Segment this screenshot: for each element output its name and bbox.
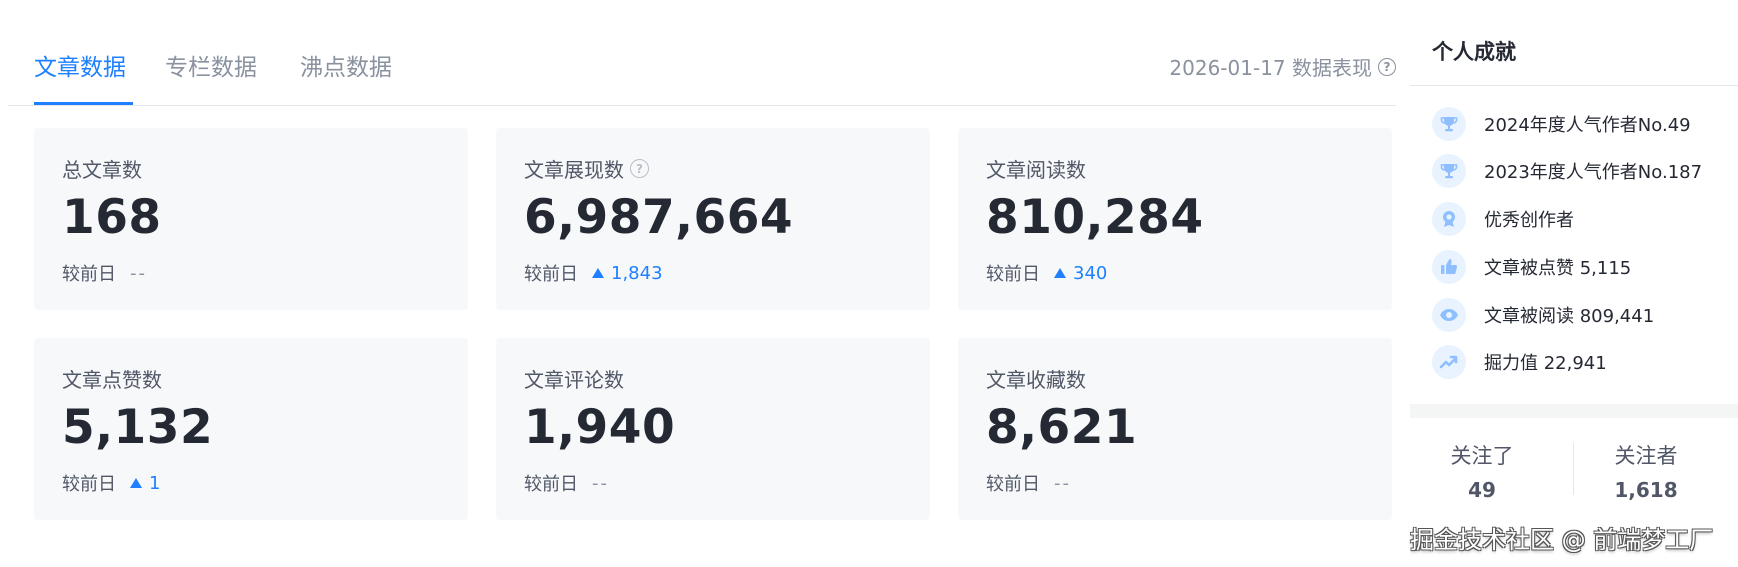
stat-card-title-row: 文章展现数 ?	[524, 154, 649, 183]
stat-card-compare: 较前日 --	[986, 470, 1071, 496]
eye-icon	[1432, 298, 1466, 332]
stat-card-value: 8,621	[986, 400, 1138, 455]
achievement-item: 文章被阅读 809,441	[1432, 297, 1654, 333]
achievement-label: 掘力值 22,941	[1484, 353, 1607, 374]
stat-card-value: 810,284	[986, 190, 1204, 245]
tab-pins-data[interactable]: 沸点数据	[300, 48, 392, 82]
stat-card-value: 5,132	[62, 400, 214, 455]
watermark: 掘金技术社区 @ 前端梦工厂	[1410, 526, 1714, 554]
compare-delta: --	[592, 472, 609, 494]
divider	[1410, 85, 1738, 86]
stat-card-compare: 较前日 --	[524, 470, 609, 496]
achievement-label: 优秀创作者	[1484, 210, 1574, 231]
stat-card-article-reads: 文章阅读数 810,284 较前日 340	[958, 128, 1392, 310]
stat-card-value: 1,940	[524, 400, 676, 455]
achievement-item: 文章被点赞 5,115	[1432, 249, 1631, 285]
date-performance: 2026-01-17 数据表现 ?	[1169, 52, 1396, 81]
tab-article-data[interactable]: 文章数据	[34, 48, 126, 82]
achievement-item: 掘力值 22,941	[1432, 344, 1607, 380]
trophy-icon	[1432, 154, 1466, 188]
stat-card-compare: 较前日 1,843	[524, 260, 663, 286]
achievement-label: 2024年度人气作者No.49	[1484, 115, 1691, 136]
compare-label: 较前日	[524, 474, 578, 495]
compare-delta: 1,843	[592, 263, 663, 284]
trend-up-icon	[1432, 345, 1466, 379]
stat-card-title: 文章展现数	[524, 158, 624, 182]
stat-card-article-comments: 文章评论数 1,940 较前日 --	[496, 338, 930, 520]
stat-card-total-articles: 总文章数 168 较前日 --	[34, 128, 468, 310]
achievement-label: 文章被阅读 809,441	[1484, 306, 1655, 327]
badge-icon	[1432, 202, 1466, 236]
followers-count: 1,618	[1614, 478, 1678, 502]
stat-card-article-likes: 文章点赞数 5,132 较前日 1	[34, 338, 468, 520]
compare-label: 较前日	[62, 264, 116, 285]
following-count: 49	[1468, 478, 1496, 502]
stat-card-title: 总文章数	[62, 158, 142, 182]
stat-card-value: 168	[62, 190, 162, 245]
triangle-up-icon	[130, 478, 142, 488]
divider	[1573, 443, 1574, 495]
stat-card-title: 文章评论数	[524, 368, 624, 392]
data-tabs: 文章数据 专栏数据 沸点数据 2026-01-17 数据表现 ?	[8, 0, 1396, 106]
thumbs-up-icon	[1432, 250, 1466, 284]
compare-delta: 340	[1054, 263, 1107, 284]
compare-label: 较前日	[524, 264, 578, 285]
compare-delta: --	[1054, 472, 1071, 494]
trophy-icon	[1432, 107, 1466, 141]
compare-delta-value: 1,843	[611, 262, 663, 284]
data-overview-panel: 文章数据 专栏数据 沸点数据 2026-01-17 数据表现 ? 总文章数 16…	[8, 0, 1396, 567]
active-tab-indicator	[34, 102, 133, 105]
achievement-item: 2023年度人气作者No.187	[1432, 153, 1702, 189]
help-icon[interactable]: ?	[1378, 57, 1396, 76]
following-label: 关注了	[1450, 444, 1514, 468]
tab-column-data[interactable]: 专栏数据	[165, 48, 257, 82]
stat-card-compare: 较前日 --	[62, 260, 147, 286]
achievement-label: 文章被点赞 5,115	[1484, 258, 1632, 279]
compare-label: 较前日	[62, 474, 116, 495]
help-icon[interactable]: ?	[630, 159, 649, 178]
compare-label: 较前日	[986, 264, 1040, 285]
achievement-item: 优秀创作者	[1432, 201, 1574, 237]
stat-card-article-favorites: 文章收藏数 8,621 较前日 --	[958, 338, 1392, 520]
compare-delta: --	[130, 262, 147, 284]
stat-card-title: 文章收藏数	[986, 368, 1086, 392]
followers-stat[interactable]: 关注者 1,618	[1576, 440, 1716, 502]
stat-card-title: 文章点赞数	[62, 368, 162, 392]
triangle-up-icon	[1054, 268, 1066, 278]
following-stat[interactable]: 关注了 49	[1412, 440, 1552, 502]
stat-card-compare: 较前日 340	[986, 260, 1107, 286]
achievement-label: 2023年度人气作者No.187	[1484, 162, 1703, 183]
triangle-up-icon	[592, 268, 604, 278]
compare-label: 较前日	[986, 474, 1040, 495]
date-performance-label: 2026-01-17 数据表现	[1169, 56, 1372, 80]
stat-card-value: 6,987,664	[524, 190, 794, 245]
stat-card-title: 文章阅读数	[986, 158, 1086, 182]
achievement-item: 2024年度人气作者No.49	[1432, 106, 1691, 142]
section-separator	[1410, 404, 1738, 418]
followers-label: 关注者	[1614, 444, 1678, 468]
compare-delta: 1	[130, 473, 160, 494]
stat-card-article-impressions: 文章展现数 ? 6,987,664 较前日 1,843	[496, 128, 930, 310]
achievements-title: 个人成就	[1432, 40, 1516, 64]
compare-delta-value: 340	[1073, 262, 1108, 284]
stat-card-compare: 较前日 1	[62, 470, 160, 496]
achievements-panel: 个人成就 2024年度人气作者No.49 2023年度人气作者No.187 优秀…	[1410, 0, 1738, 567]
compare-delta-value: 1	[149, 472, 161, 494]
